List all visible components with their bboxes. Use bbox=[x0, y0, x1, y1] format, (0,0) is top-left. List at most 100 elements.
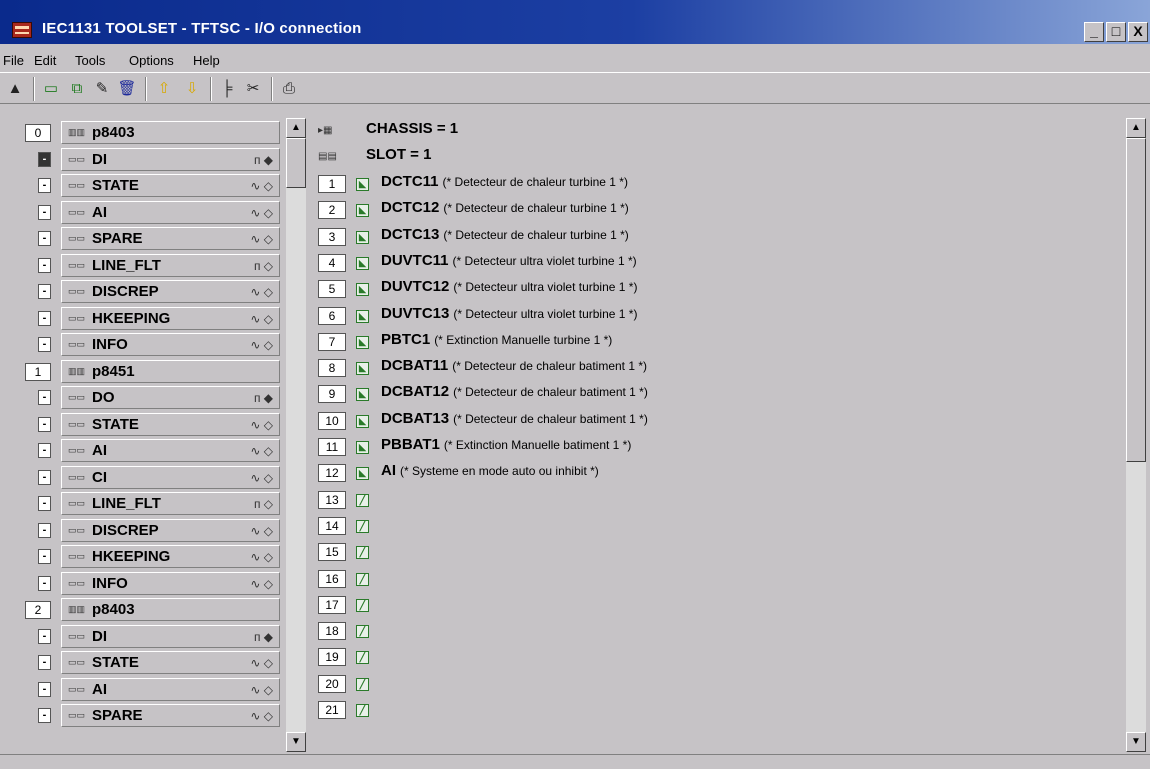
io-channel-row[interactable]: 14 ╱ bbox=[318, 512, 1118, 538]
tree-item[interactable]: ▭▭ SPARE ∿ ◇ bbox=[61, 704, 280, 727]
tree-item[interactable]: ▭▭ CI ∿ ◇ bbox=[61, 465, 280, 489]
io-channel-row[interactable]: 6 ◣ DUVTC13 (* Detecteur ultra violet turbi… bbox=[318, 302, 1118, 328]
collapse-toggle[interactable]: - bbox=[38, 681, 51, 697]
menu-options[interactable]: Options bbox=[129, 53, 174, 68]
collapse-toggle[interactable]: - bbox=[38, 284, 51, 299]
tree-channel-row[interactable]: - ▭▭ AI ∿ ◇ bbox=[17, 200, 282, 226]
collapse-toggle[interactable]: - bbox=[38, 257, 51, 273]
tree-item[interactable]: ▭▭ HKEEPING ∿ ◇ bbox=[61, 545, 280, 568]
tree-item[interactable]: ▭▭ INFO ∿ ◇ bbox=[61, 571, 280, 595]
io-channel-row[interactable]: 15 ╱ bbox=[318, 538, 1118, 564]
edit-variable-icon[interactable]: ╱ bbox=[356, 625, 369, 639]
tree-channel-row[interactable]: - ▭▭ SPARE ∿ ◇ bbox=[17, 703, 282, 729]
io-channel-row[interactable]: 17 ╱ bbox=[318, 591, 1118, 617]
connected-variable-icon[interactable]: ◣ bbox=[356, 388, 369, 402]
tree-item[interactable]: ▭▭ LINE_FLT ᴨ ◇ bbox=[61, 492, 280, 515]
connected-variable-icon[interactable]: ◣ bbox=[356, 256, 369, 270]
io-channel-row[interactable]: 4 ◣ DUVTC11 (* Detecteur ultra violet turbi… bbox=[318, 249, 1118, 275]
tree-channel-row[interactable]: - ▭▭ DI ᴨ ◆ bbox=[17, 624, 282, 650]
connected-variable-icon[interactable]: ◣ bbox=[356, 467, 369, 481]
collapse-toggle[interactable]: - bbox=[38, 549, 51, 564]
io-channel-row[interactable]: 3 ◣ DCTC13 (* Detecteur de chaleur turbine … bbox=[318, 223, 1118, 249]
io-scrollbar[interactable]: ▲ ▼ bbox=[1126, 118, 1146, 752]
tree-channel-row[interactable]: - ▭▭ HKEEPING ∿ ◇ bbox=[17, 306, 282, 332]
collapse-toggle[interactable]: - bbox=[38, 522, 51, 538]
io-channel-row[interactable]: 7 ◣ PBTC1 (* Extinction Manuelle turbine 1 … bbox=[318, 328, 1118, 354]
tree-channel-row[interactable]: - ▭▭ STATE ∿ ◇ bbox=[17, 650, 282, 676]
chassis-row[interactable]: ▸▦ CHASSIS = 1 bbox=[318, 118, 1118, 144]
collapse-toggle[interactable]: - bbox=[38, 496, 51, 511]
connected-variable-icon[interactable]: ◣ bbox=[356, 283, 369, 297]
connected-variable-icon[interactable]: ◣ bbox=[356, 204, 369, 218]
tree-item[interactable]: ▥▥ p8403 bbox=[61, 121, 280, 144]
tree-item[interactable]: ▭▭ DISCREP ∿ ◇ bbox=[61, 518, 280, 542]
menu-tools[interactable]: Tools bbox=[75, 53, 105, 68]
menu-file[interactable]: File bbox=[3, 53, 24, 68]
io-channel-row[interactable]: 13 ╱ bbox=[318, 486, 1118, 512]
tree-channel-row[interactable]: - ▭▭ STATE ∿ ◇ bbox=[17, 412, 282, 438]
tree-item[interactable]: ▭▭ INFO ∿ ◇ bbox=[61, 333, 280, 356]
collapse-toggle[interactable]: - bbox=[38, 204, 51, 220]
app-icon[interactable] bbox=[12, 22, 32, 38]
minimize-button[interactable]: _ bbox=[1084, 22, 1104, 42]
menu-edit[interactable]: Edit bbox=[34, 53, 56, 68]
io-channel-row[interactable]: 20 ╱ bbox=[318, 670, 1118, 696]
collapse-toggle[interactable]: - bbox=[38, 575, 51, 591]
tree-icon[interactable]: ╞ bbox=[217, 79, 237, 99]
connected-variable-icon[interactable]: ◣ bbox=[356, 362, 369, 376]
io-channel-row[interactable]: 19 ╱ bbox=[318, 643, 1118, 669]
io-channel-row[interactable]: 8 ◣ DCBAT11 (* Detecteur de chaleur batimen… bbox=[318, 354, 1118, 380]
collapse-toggle[interactable]: - bbox=[38, 337, 51, 352]
edit-variable-icon[interactable]: ╱ bbox=[356, 704, 369, 717]
scroll-down-button[interactable]: ▼ bbox=[286, 732, 306, 752]
tree-channel-row[interactable]: - ▭▭ HKEEPING ∿ ◇ bbox=[17, 544, 282, 570]
connected-variable-icon[interactable]: ◣ bbox=[356, 178, 369, 191]
module-icon[interactable]: ▭ bbox=[41, 79, 61, 99]
scroll-thumb[interactable] bbox=[286, 138, 306, 188]
tree-item[interactable]: ▥▥ p8451 bbox=[61, 359, 280, 383]
edit-variable-icon[interactable]: ╱ bbox=[356, 546, 369, 560]
collapse-toggle[interactable]: - bbox=[38, 390, 51, 405]
tree-channel-row[interactable]: - ▭▭ DISCREP ∿ ◇ bbox=[17, 518, 282, 544]
collapse-toggle[interactable]: - bbox=[38, 416, 51, 432]
tree-channel-row[interactable]: - ▭▭ DISCREP ∿ ◇ bbox=[17, 279, 282, 305]
connected-variable-icon[interactable]: ◣ bbox=[356, 335, 369, 349]
io-channel-row[interactable]: 9 ◣ DCBAT12 (* Detecteur de chaleur batimen… bbox=[318, 380, 1118, 406]
tree-item[interactable]: ▭▭ DI ᴨ ◆ bbox=[61, 147, 280, 171]
tree-module-row[interactable]: 0 ▥▥ p8403 bbox=[17, 120, 282, 146]
collapse-toggle[interactable]: - bbox=[38, 310, 51, 326]
scroll-down-button[interactable]: ▼ bbox=[1126, 732, 1146, 752]
tree-channel-row[interactable]: - ▭▭ LINE_FLT ᴨ ◇ bbox=[17, 491, 282, 517]
menu-help[interactable]: Help bbox=[193, 53, 220, 68]
edit-variable-icon[interactable]: ╱ bbox=[356, 677, 369, 691]
io-channel-row[interactable]: 11 ◣ PBBAT1 (* Extinction Manuelle batiment… bbox=[318, 433, 1118, 459]
tree-module-row[interactable]: 2 ▥▥ p8403 bbox=[17, 597, 282, 623]
tree-channel-row[interactable]: - ▭▭ LINE_FLT ᴨ ◇ bbox=[17, 253, 282, 279]
connected-variable-icon[interactable]: ◣ bbox=[356, 309, 369, 323]
tree-channel-row[interactable]: - ▭▭ DO ᴨ ◆ bbox=[17, 385, 282, 411]
cut-icon[interactable]: ✂ bbox=[243, 79, 263, 99]
tree-item[interactable]: ▭▭ AI ∿ ◇ bbox=[61, 677, 280, 701]
tree-channel-row[interactable]: - ▭▭ AI ∿ ◇ bbox=[17, 677, 282, 703]
tree-item[interactable]: ▭▭ STATE ∿ ◇ bbox=[61, 651, 280, 674]
tree-item[interactable]: ▭▭ LINE_FLT ᴨ ◇ bbox=[61, 253, 280, 277]
collapse-toggle[interactable]: - bbox=[38, 443, 51, 458]
delete-icon[interactable]: 🗑 bbox=[117, 79, 137, 99]
tree-channel-row[interactable]: - ▭▭ STATE ∿ ◇ bbox=[17, 173, 282, 199]
tree-item[interactable]: ▭▭ STATE ∿ ◇ bbox=[61, 174, 280, 197]
io-channel-row[interactable]: 10 ◣ DCBAT13 (* Detecteur de chaleur batime… bbox=[318, 407, 1118, 433]
edit-variable-icon[interactable]: ╱ bbox=[356, 493, 369, 507]
tree-channel-row[interactable]: - ▭▭ INFO ∿ ◇ bbox=[17, 332, 282, 358]
io-channel-row[interactable]: 16 ╱ bbox=[318, 565, 1118, 591]
copy-module-icon[interactable]: ⧉ bbox=[67, 79, 87, 99]
tree-item[interactable]: ▭▭ DI ᴨ ◆ bbox=[61, 624, 280, 648]
tree-channel-row[interactable]: - ▭▭ CI ∿ ◇ bbox=[17, 465, 282, 491]
tree-item[interactable]: ▭▭ DO ᴨ ◆ bbox=[61, 386, 280, 409]
collapse-toggle[interactable]: - bbox=[38, 628, 51, 644]
edit-variable-icon[interactable]: ╱ bbox=[356, 598, 369, 612]
tree-item[interactable]: ▭▭ SPARE ∿ ◇ bbox=[61, 227, 280, 250]
io-channel-row[interactable]: 21 ╱ bbox=[318, 696, 1118, 722]
open-icon[interactable]: ▲ bbox=[5, 79, 25, 99]
tree-module-row[interactable]: 1 ▥▥ p8451 bbox=[17, 359, 282, 385]
tree-channel-row[interactable]: - ▭▭ SPARE ∿ ◇ bbox=[17, 226, 282, 252]
